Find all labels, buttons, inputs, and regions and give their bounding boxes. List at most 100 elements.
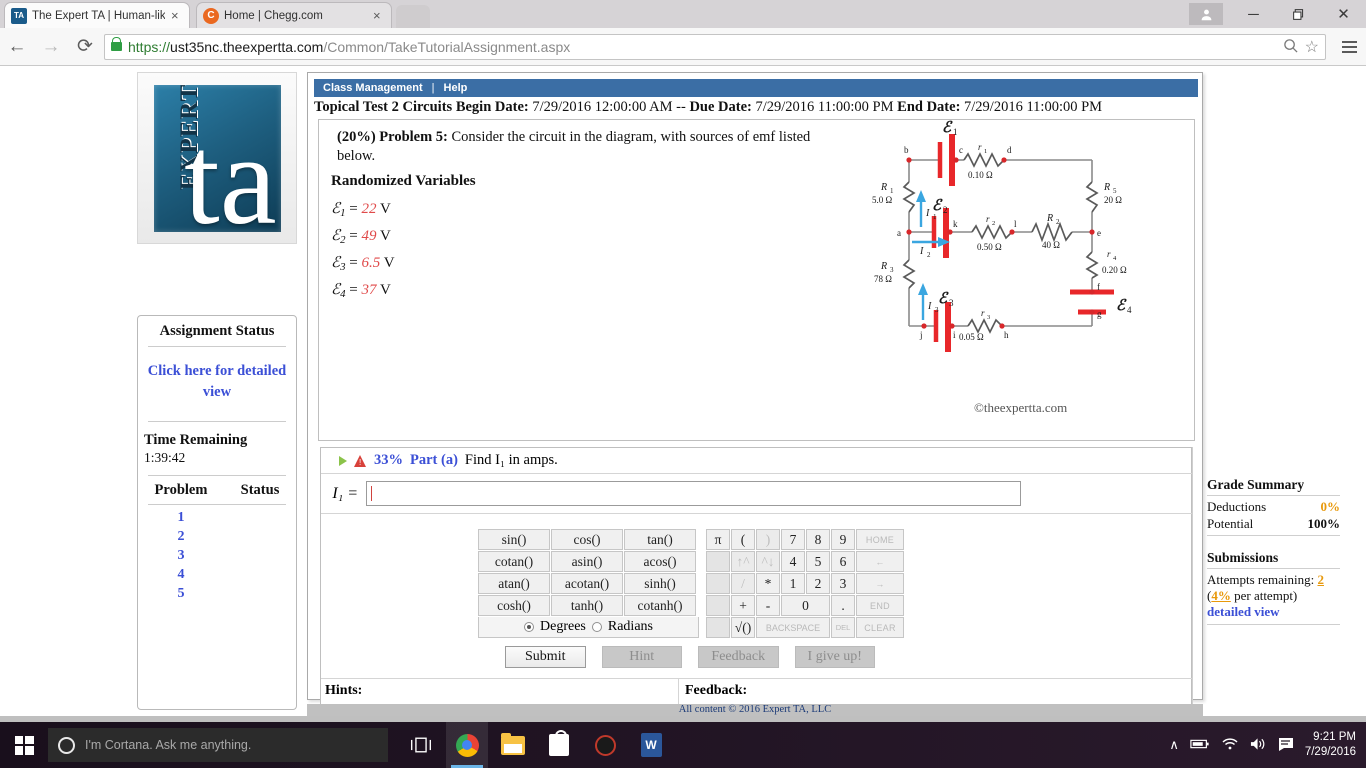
problem-row[interactable]: 5 [138,584,296,603]
address-bar[interactable]: https://ust35nc.theexpertta.com/Common/T… [104,33,1326,60]
key-decimal[interactable]: . [831,595,855,616]
key-end[interactable]: END [856,595,904,616]
key-subscript[interactable]: ^↓ [756,551,780,572]
problem-number[interactable]: 5 [138,584,224,603]
key-3[interactable]: 3 [831,573,855,594]
radians-radio[interactable] [591,622,602,632]
task-view-icon[interactable] [400,722,442,768]
key-open-paren[interactable]: ( [731,529,755,550]
numeric-keys: π ( ) 7 8 9 HOME ↑^ ^↓ 4 5 6 ← / * 1 2 3… [706,529,918,639]
profile-icon[interactable] [1189,3,1223,25]
key-tanh[interactable]: tanh() [551,595,623,616]
close-icon[interactable]: × [171,9,183,22]
problem-row[interactable]: 4 [138,565,296,584]
zoom-icon[interactable] [1283,38,1298,56]
key-asin[interactable]: asin() [551,551,623,572]
give-up-button[interactable]: I give up! [794,646,875,668]
key-backspace[interactable]: BACKSPACE [756,617,830,638]
close-icon[interactable]: × [373,9,385,22]
key-close-paren[interactable]: ) [756,529,780,550]
key-divide[interactable]: / [731,573,755,594]
close-window-button[interactable]: ✕ [1321,0,1366,28]
key-5[interactable]: 5 [806,551,830,572]
notifications-icon[interactable] [1278,737,1294,754]
per-attempt-line: (4% per attempt) [1207,588,1340,604]
key-sqrt[interactable]: √() [731,617,755,638]
class-management-link[interactable]: Class Management [323,82,423,94]
key-acos[interactable]: acos() [624,551,696,572]
problem-number[interactable]: 1 [138,508,224,527]
back-icon[interactable]: ← [0,28,34,66]
key-minus[interactable]: - [756,595,780,616]
radians-label: Radians [607,619,653,634]
key-2[interactable]: 2 [806,573,830,594]
tray-chevron-icon[interactable]: ∧ [1169,737,1179,753]
start-button[interactable] [0,722,48,768]
wifi-icon[interactable] [1221,737,1239,753]
key-home[interactable]: HOME [856,529,904,550]
browser-tab-expertta[interactable]: TA The Expert TA | Human-lik × [4,2,190,28]
divider [1207,624,1340,625]
key-superscript[interactable]: ↑^ [731,551,755,572]
bookmark-star-icon[interactable]: ☆ [1305,37,1319,57]
file-explorer-icon[interactable] [492,722,534,768]
key-multiply[interactable]: * [756,573,780,594]
key-delete[interactable]: DEL [831,617,855,638]
help-link[interactable]: Help [444,82,468,94]
minimize-button[interactable]: ─ [1231,0,1276,28]
hint-button[interactable]: Hint [601,646,682,668]
key-tan[interactable]: tan() [624,529,696,550]
taskbar-clock[interactable]: 9:21 PM 7/29/2016 [1305,730,1356,760]
key-clear[interactable]: CLEAR [856,617,904,638]
key-9[interactable]: 9 [831,529,855,550]
key-sinh[interactable]: sinh() [624,573,696,594]
store-icon[interactable] [538,722,580,768]
svg-text:g: g [1097,309,1102,319]
problem-number[interactable]: 3 [138,546,224,565]
submit-button[interactable]: Submit [505,646,586,668]
reload-icon[interactable]: ⟳ [68,28,102,66]
key-6[interactable]: 6 [831,551,855,572]
battery-icon[interactable] [1190,738,1210,753]
key-cotan[interactable]: cotan() [478,551,550,572]
maximize-button[interactable] [1276,0,1321,28]
key-0[interactable]: 0 [781,595,830,616]
degrees-radio[interactable] [524,622,534,632]
key-1[interactable]: 1 [781,573,805,594]
key-7[interactable]: 7 [781,529,805,550]
word-taskbar-icon[interactable]: W [630,722,672,768]
feedback-button[interactable]: Feedback [698,646,779,668]
key-8[interactable]: 8 [806,529,830,550]
forward-icon[interactable]: → [34,28,68,66]
key-cotanh[interactable]: cotanh() [624,595,696,616]
key-sin[interactable]: sin() [478,529,550,550]
key-acotan[interactable]: acotan() [551,573,623,594]
cortana-search-box[interactable]: I'm Cortana. Ask me anything. [48,728,388,762]
key-cosh[interactable]: cosh() [478,595,550,616]
divider [1207,535,1340,536]
play-triangle-icon[interactable] [339,455,347,466]
variable-index: 1 [340,207,346,220]
browser-tab-chegg[interactable]: C Home | Chegg.com × [196,2,392,28]
asus-app-icon[interactable] [584,722,626,768]
grade-detailed-view-link[interactable]: detailed view [1207,604,1340,620]
deductions-label: Deductions [1207,499,1267,514]
browser-menu-icon[interactable] [1332,28,1366,66]
problem-row[interactable]: 2 [138,527,296,546]
key-4[interactable]: 4 [781,551,805,572]
volume-icon[interactable] [1250,737,1267,754]
problem-row[interactable]: 1 [138,508,296,527]
chrome-taskbar-icon[interactable] [446,722,488,768]
key-pi[interactable]: π [706,529,730,550]
detailed-view-link[interactable]: Click here for detailed view [138,347,296,421]
key-plus[interactable]: + [731,595,755,616]
answer-input[interactable] [366,481,1021,506]
problem-number[interactable]: 4 [138,565,224,584]
key-arrow-right[interactable]: → [856,573,904,594]
problem-row[interactable]: 3 [138,546,296,565]
key-atan[interactable]: atan() [478,573,550,594]
new-tab-button[interactable] [396,5,430,28]
problem-number[interactable]: 2 [138,527,224,546]
key-cos[interactable]: cos() [551,529,623,550]
key-arrow-left[interactable]: ← [856,551,904,572]
